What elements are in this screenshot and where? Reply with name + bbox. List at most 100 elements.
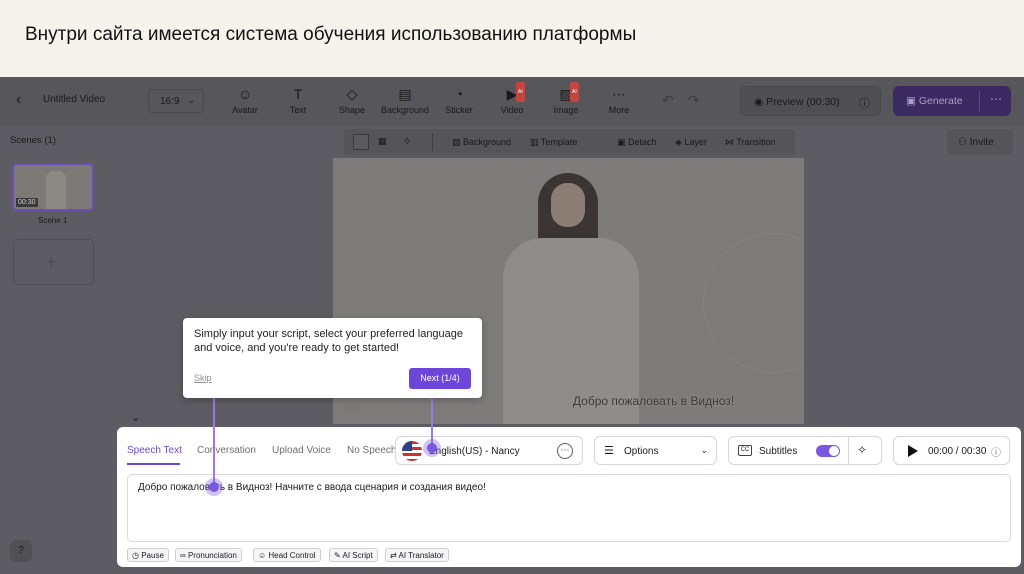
active-tab-indicator (127, 463, 180, 465)
avatar-face (551, 183, 585, 227)
cc-icon: CC (738, 445, 752, 456)
audio-player: 00:00 / 00:30 ⓘ (893, 436, 1010, 465)
tool-avatar-label: Avatar (232, 105, 258, 115)
guide-dot-voice (427, 443, 437, 453)
image-icon: ▨ AI (540, 82, 592, 103)
detach-button[interactable]: ▣ Detach (617, 137, 657, 148)
canvas-toolbar: ▦ ◊ ▧ Background ▥ Template ▣ Detach ◈ L… (344, 129, 795, 155)
pronunciation-label: Pronunciation (187, 551, 237, 560)
back-arrow-icon[interactable]: ‹ (16, 92, 32, 108)
divider (979, 91, 980, 111)
more-options-icon[interactable]: ⋯ (990, 92, 1002, 106)
preview-button[interactable]: ◉ Preview (00:30) ⓘ (740, 86, 881, 116)
tab-conversation[interactable]: Conversation (197, 445, 256, 456)
tool-more-label: More (608, 105, 630, 115)
template-button[interactable]: ▥ Template (530, 137, 577, 148)
banner-title: Внутри сайта имеется система обучения ис… (25, 24, 637, 45)
redo-icon[interactable]: ↷ (688, 92, 700, 109)
tool-image[interactable]: ▨ AI Image (540, 82, 592, 115)
tab-speech-text[interactable]: Speech Text (127, 445, 182, 456)
ai-script-chip[interactable]: ✎ AI Script (329, 548, 378, 562)
background-icon: ▤ (398, 86, 412, 102)
chevron-down-icon: ⌄ (187, 95, 195, 105)
subtitles-control: CC Subtitles ✧ (728, 436, 882, 465)
next-button[interactable]: Next (1/4) (409, 368, 471, 389)
layer-icon: ◈ (675, 137, 685, 147)
scene-duration: 00:30 (16, 198, 38, 207)
scene-avatar-preview (46, 171, 66, 209)
transition-button[interactable]: ⋈ Transition (725, 137, 776, 148)
project-title[interactable]: Untitled Video (43, 94, 105, 105)
help-chat-icon[interactable]: ? (10, 540, 32, 562)
canvas-background-label: Background (463, 137, 512, 147)
pronunciation-chip[interactable]: ∞ Pronunciation (175, 548, 242, 562)
skip-link[interactable]: Skip (194, 373, 212, 383)
options-select[interactable]: ☰ Options ⌄ (594, 436, 717, 465)
us-flag-icon (402, 441, 422, 461)
layer-label: Layer (684, 137, 707, 147)
ai-script-label: AI Script (342, 551, 373, 560)
subtitles-label: Subtitles (759, 446, 798, 457)
voice-select[interactable]: English(US) - Nancy ⋯ (395, 436, 583, 465)
options-label: Options (624, 446, 659, 457)
detach-icon: ▣ (617, 137, 629, 147)
color-swatch[interactable] (353, 134, 369, 150)
tool-shape[interactable]: ◇ Shape (326, 85, 378, 115)
drop-icon[interactable]: ◊ (405, 136, 409, 146)
tool-text-label: Text (289, 105, 307, 115)
scene-thumbnail[interactable]: 00:30 (12, 163, 94, 211)
ai-badge: AI (570, 82, 579, 102)
undo-icon[interactable]: ↶ (662, 92, 674, 109)
head-control-label: Head Control (268, 551, 316, 560)
add-scene-button[interactable]: + (13, 239, 94, 285)
plus-icon: + (46, 252, 57, 272)
top-toolbar: ‹ Untitled Video 16:9 ⌄ ☺ Avatar T Text … (0, 77, 1024, 126)
info-icon[interactable]: ⓘ (991, 444, 1001, 459)
divider (848, 437, 849, 464)
transition-icon: ⋈ (725, 137, 737, 147)
invite-label: Invite (969, 137, 994, 148)
tab-no-speech[interactable]: No Speech (347, 445, 396, 456)
guide-line (431, 398, 433, 446)
info-icon[interactable]: ⓘ (859, 95, 870, 111)
transparency-icon[interactable]: ▦ (378, 136, 387, 147)
clock-icon: ◷ (132, 551, 142, 560)
aspect-ratio-select[interactable]: 16:9 ⌄ (148, 89, 204, 113)
subtitles-toggle[interactable] (816, 445, 840, 457)
tool-video[interactable]: ▶ AI Video (486, 82, 538, 115)
more-icon: ⋯ (612, 86, 626, 102)
tool-avatar[interactable]: ☺ Avatar (219, 85, 271, 115)
tool-background[interactable]: ▤ Background (379, 85, 431, 115)
layer-button[interactable]: ◈ Layer (675, 137, 707, 148)
generate-label: Generate (918, 95, 963, 107)
ai-translator-label: AI Translator (398, 551, 444, 560)
generate-button[interactable]: ▣ Generate ⋯ (893, 86, 1011, 116)
onboarding-tooltip: Simply input your script, select your pr… (183, 318, 482, 398)
aspect-ratio-value: 16:9 (160, 96, 180, 107)
invite-button[interactable]: ⚇ Invite (947, 129, 1013, 155)
tool-more[interactable]: ⋯ More (593, 85, 645, 115)
pause-chip[interactable]: ◷ Pause (127, 548, 169, 562)
decorative-circle (703, 233, 804, 373)
template-label: Template (540, 137, 578, 147)
guide-line (213, 398, 215, 486)
video-icon: ▶ AI (486, 82, 538, 103)
chevron-down-icon[interactable]: ⌄ (131, 411, 140, 424)
script-textarea[interactable]: Добро пожаловать в Видноз! Начните с вво… (127, 474, 1011, 542)
play-icon[interactable] (908, 445, 918, 457)
tab-upload-voice[interactable]: Upload Voice (272, 445, 331, 456)
tool-image-label: Image (553, 105, 579, 115)
tool-sticker[interactable]: ◔ Sticker (433, 85, 485, 115)
pause-label: Pause (141, 551, 164, 560)
scene-label: Scene 1 (38, 216, 68, 225)
divider (432, 133, 433, 151)
voice-name: English(US) - Nancy (429, 446, 520, 457)
pin-icon[interactable]: ✧ (857, 443, 867, 457)
tooltip-text: Simply input your script, select your pr… (194, 328, 464, 354)
tool-text[interactable]: T Text (272, 85, 324, 115)
head-control-chip[interactable]: ☺ Head Control (253, 548, 321, 562)
ai-translator-chip[interactable]: ⇄ AI Translator (385, 548, 449, 562)
scenes-title: Scenes (1) (10, 135, 56, 146)
canvas-background-button[interactable]: ▧ Background (452, 137, 511, 148)
more-icon[interactable]: ⋯ (557, 443, 573, 459)
